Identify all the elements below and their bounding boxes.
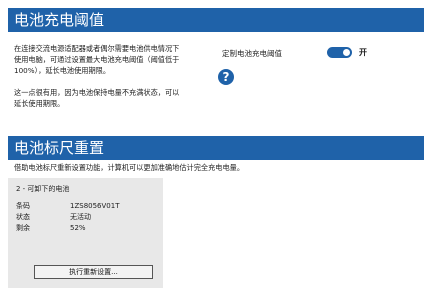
battery-title: 2 - 可卸下的电池: [16, 185, 70, 193]
custom-threshold-toggle[interactable]: [327, 47, 352, 58]
toggle-knob: [343, 49, 350, 56]
recalibrate-title: 电池标尺重置: [14, 139, 105, 157]
battery-field-remaining: 剩余 52%: [16, 224, 86, 232]
help-icon[interactable]: ?: [218, 69, 234, 85]
recalibrate-description: 借助电池标尺重新设置功能，计算机可以更加准确地估计完全充电电量。: [14, 163, 245, 172]
battery-field-barcode: 条码 1ZS8056V01T: [16, 202, 120, 210]
toggle-state-label: 开: [359, 48, 367, 57]
threshold-description: 在连接交流电源适配器或者偶尔需要电池供电情况下 使用电脑，可通过设置最大电池充电…: [14, 44, 180, 75]
battery-panel: 2 - 可卸下的电池 条码 1ZS8056V01T 状态 无活动 剩余 52% 执行重…: [8, 178, 163, 288]
recalibrate-header: 电池标尺重置: [8, 136, 424, 160]
run-reset-button[interactable]: 执行重新设置...: [34, 265, 153, 279]
battery-field-status: 状态 无活动: [16, 213, 91, 221]
threshold-title: 电池充电阈值: [14, 11, 105, 29]
threshold-note: 这一点很有用，因为电池保持电量不充满状态，可以 延长使用期限。: [14, 88, 180, 108]
custom-threshold-label: 定制电池充电阈值: [222, 49, 282, 58]
threshold-header: 电池充电阈值: [8, 8, 424, 32]
